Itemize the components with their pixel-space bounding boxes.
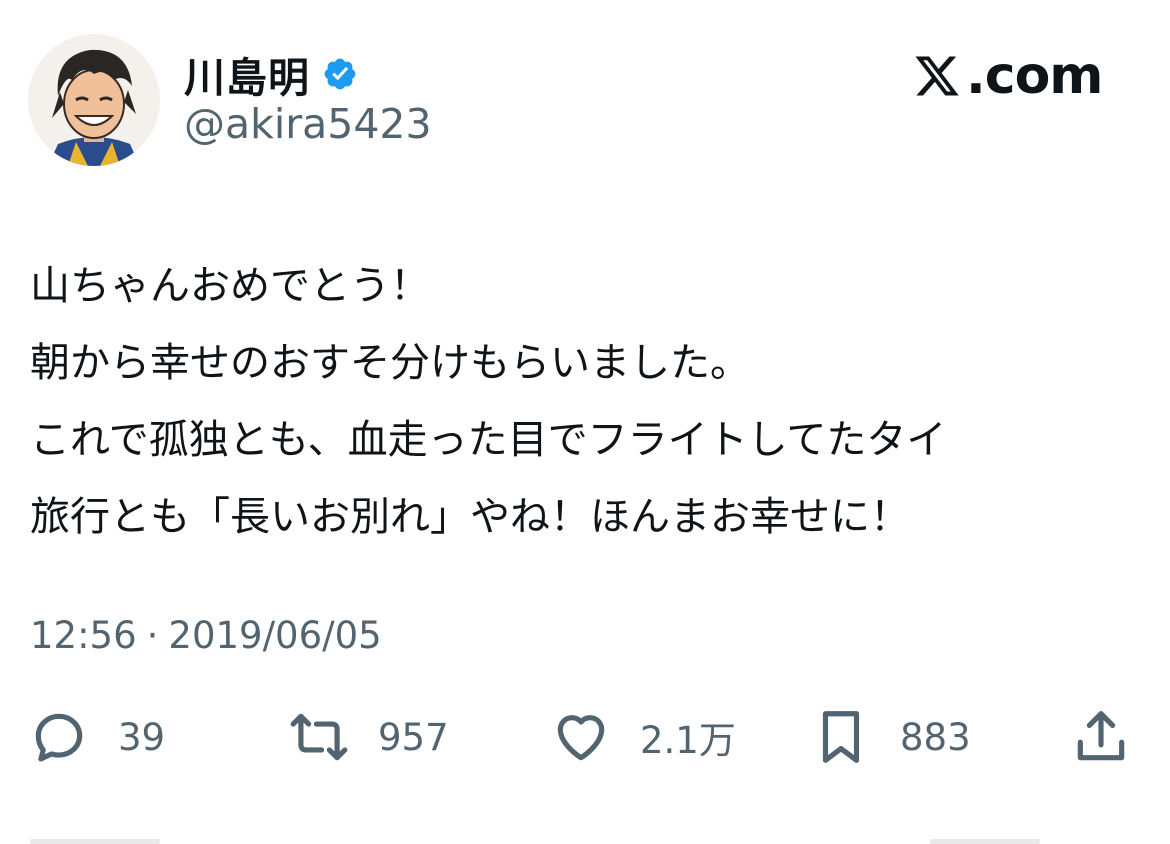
avatar[interactable] [28, 34, 160, 166]
x-logo-icon [915, 56, 959, 96]
author-name-row: 川島明 [184, 44, 358, 104]
reply-count: 39 [118, 715, 166, 759]
tweet-timestamp[interactable]: 12:56 · 2019/06/05 [30, 614, 382, 657]
author-handle[interactable]: @akira5423 [184, 100, 432, 148]
avatar-illustration [28, 34, 160, 166]
timestamp-separator: · [146, 614, 159, 657]
tweet-line: 旅行とも「長いお別れ」やね！ほんまお幸せに！ [30, 494, 910, 540]
bookmark-count: 883 [900, 715, 971, 759]
bookmark-icon [822, 711, 860, 763]
reply-button[interactable]: 39 [28, 706, 165, 768]
cut-off-fragment [30, 839, 160, 844]
like-button[interactable]: 2.1万 [550, 706, 736, 768]
verified-badge-icon [324, 58, 356, 90]
x-brand-suffix: .com [966, 46, 1103, 106]
x-brand-logo: .com [912, 46, 1103, 106]
heart-icon [557, 715, 605, 761]
tweet-text: 山ちゃんおめでとう！ 朝から幸せのおすそ分けもらいました。 これで孤独とも、血走… [30, 248, 1150, 556]
retweet-count: 957 [378, 715, 449, 759]
tweet-date: 2019/06/05 [168, 614, 382, 657]
author-display-name[interactable]: 川島明 [184, 44, 310, 104]
tweet-line: 朝から幸せのおすそ分けもらいました。 [30, 340, 750, 386]
reply-icon [35, 713, 83, 762]
tweet-time: 12:56 [30, 614, 137, 657]
cut-off-fragment [930, 839, 1040, 844]
retweet-button[interactable]: 957 [288, 706, 449, 768]
tweet-line: これで孤独とも、血走った目でフライトしてたタイ [30, 417, 947, 463]
share-icon [1077, 711, 1125, 761]
like-count: 2.1万 [640, 719, 736, 762]
tweet-line: 山ちゃんおめでとう！ [30, 263, 430, 309]
bookmark-button[interactable]: 883 [810, 706, 971, 768]
retweet-icon [290, 713, 348, 761]
share-button[interactable] [1070, 706, 1132, 768]
cut-off-content [0, 836, 1170, 844]
